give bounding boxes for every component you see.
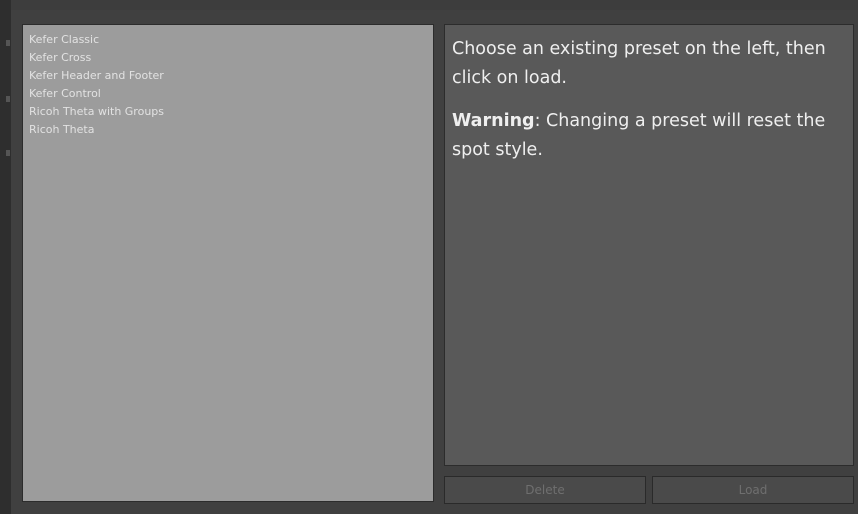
edge-marker bbox=[6, 150, 10, 156]
preset-item-kefer-header-footer[interactable]: Kefer Header and Footer bbox=[29, 67, 433, 85]
edge-marker bbox=[6, 40, 10, 46]
warning-label: Warning bbox=[452, 111, 535, 131]
preset-item-kefer-classic[interactable]: Kefer Classic bbox=[29, 31, 433, 49]
top-edge bbox=[0, 0, 858, 10]
preset-item-kefer-cross[interactable]: Kefer Cross bbox=[29, 49, 433, 67]
preset-item-ricoh-theta[interactable]: Ricoh Theta bbox=[29, 121, 433, 139]
info-panel: Choose an existing preset on the left, t… bbox=[444, 24, 854, 466]
warning-message: Warning: Changing a preset will reset th… bbox=[452, 107, 847, 165]
preset-list[interactable]: Kefer Classic Kefer Cross Kefer Header a… bbox=[22, 24, 434, 502]
left-edge bbox=[0, 0, 11, 514]
load-button[interactable]: Load bbox=[652, 476, 854, 504]
preset-item-kefer-control[interactable]: Kefer Control bbox=[29, 85, 433, 103]
delete-button[interactable]: Delete bbox=[444, 476, 646, 504]
preset-item-ricoh-theta-groups[interactable]: Ricoh Theta with Groups bbox=[29, 103, 433, 121]
preset-dialog: Kefer Classic Kefer Cross Kefer Header a… bbox=[0, 0, 858, 514]
edge-marker bbox=[6, 96, 10, 102]
instruction-text: Choose an existing preset on the left, t… bbox=[452, 39, 826, 88]
